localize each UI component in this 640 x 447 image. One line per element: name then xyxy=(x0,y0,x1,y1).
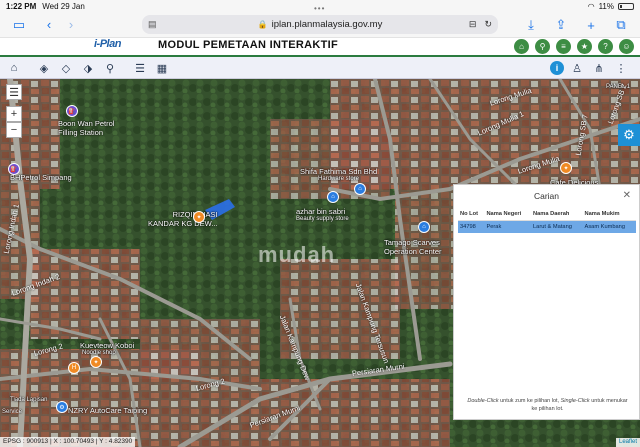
hint-text-1: untuk zum ke pilihan lot, xyxy=(498,398,561,404)
browser-toolbar: ▭ ‹ › ▤ 🔒 iplan.planmalaysia.gov.my ⊟ ↻ … xyxy=(0,12,640,38)
translate-icon[interactable]: ⊟ xyxy=(469,19,477,30)
new-tab-icon[interactable]: + xyxy=(580,15,602,35)
settings-gear-icon[interactable]: ⚙ xyxy=(618,124,640,146)
page-title: MODUL PEMETAAN INTERAKTIF xyxy=(158,39,339,51)
zoom-out-button[interactable]: − xyxy=(6,122,22,138)
fuel-pin-icon[interactable]: ⛽ xyxy=(8,163,20,175)
list-icon[interactable]: ☰ xyxy=(130,58,150,78)
poi-sub-shifa: Hardware store xyxy=(318,176,360,182)
coordinate-readout: EPSG : 900913 | X : 100.70493 | Y : 4.82… xyxy=(0,437,136,447)
poi-sub-kuevteow: Noodle shop xyxy=(82,350,116,356)
app-header: i-Plan MODUL PEMETAAN INTERAKTIF ⌂ ⚲ ≡ ★… xyxy=(0,38,640,57)
battery-percent: 11% xyxy=(598,1,614,11)
cell-mukim[interactable]: Asam Kumbang xyxy=(582,220,636,233)
shop-pin-icon[interactable]: ⌂ xyxy=(327,191,339,203)
reload-icon[interactable]: ↻ xyxy=(484,19,492,30)
poi-label-service: Service xyxy=(2,409,23,415)
poi-label-boon-wan: Boon Wan Petrol Filling Station xyxy=(58,119,115,137)
tab-overview-icon[interactable]: ▤ xyxy=(148,19,157,30)
person-icon[interactable]: ♙ xyxy=(568,58,586,78)
hint-double-click: Double-Click xyxy=(467,398,499,404)
watermark: mudah xyxy=(258,242,336,267)
panel-hint: Double-Click untuk zum ke pilihan lot, S… xyxy=(464,397,631,413)
layers-alt-icon[interactable]: ◇ xyxy=(56,58,76,78)
poi-sub-azhar: Beauty supply store xyxy=(296,216,349,222)
search-results-panel: Carian ✕ No Lot Nama Negeri Nama Daerah … xyxy=(453,184,640,420)
hint-single-click: Single-Click xyxy=(560,398,590,404)
wifi-icon: ◠ xyxy=(587,1,595,11)
zoom-in-button[interactable]: + xyxy=(6,106,22,122)
fuel-pin-icon[interactable]: ⛽ xyxy=(66,105,78,117)
table-row[interactable]: 34798 Perak Larut & Matang Asam Kumbang xyxy=(458,220,636,233)
hotel-pin-icon[interactable]: H xyxy=(68,362,80,374)
layers-add-icon[interactable]: ⬗ xyxy=(78,58,98,78)
leaflet-attribution[interactable]: Leaflet xyxy=(615,438,640,447)
car-service-pin-icon[interactable]: ⚙ xyxy=(56,401,68,413)
map-toolbar: ⌂ ◈ ◇ ⬗ ⚲ ☰ ▦ i ♙ ⋔ ⋮ xyxy=(0,57,640,79)
share-nodes-icon[interactable]: ⋔ xyxy=(590,58,608,78)
cell-no-lot[interactable]: 34798 xyxy=(458,220,485,233)
status-time: 1:22 PM xyxy=(6,1,37,11)
poi-label-tamago: Tamago Scarves Operation Center xyxy=(384,238,442,256)
url-text: iplan.planmalaysia.gov.my xyxy=(271,19,383,30)
iplan-logo: i-Plan xyxy=(94,38,121,50)
info-icon[interactable]: i xyxy=(550,61,564,75)
panel-title: Carian xyxy=(533,191,560,201)
share-icon[interactable]: ⇪ xyxy=(550,15,572,35)
search-icon[interactable]: ⚲ xyxy=(535,39,550,54)
shop-pin-icon[interactable]: ⌂ xyxy=(418,221,430,233)
battery-icon xyxy=(618,2,634,10)
results-table: No Lot Nama Negeri Nama Daerah Nama Muki… xyxy=(458,208,636,233)
tabs-icon[interactable]: ⧉ xyxy=(610,15,632,35)
bookmark-icon[interactable]: ★ xyxy=(577,39,592,54)
poi-label-azhar: azhar bin sabri xyxy=(296,207,346,216)
layer-menu-icon[interactable]: ☰ xyxy=(6,84,22,100)
poi-label-rizqin: RIZQIN NASI KANDAR KG DEW... xyxy=(148,210,218,228)
cell-daerah[interactable]: Larut & Matang xyxy=(531,220,583,233)
restaurant-pin-icon[interactable]: ✦ xyxy=(90,356,102,368)
status-date: Wed 29 Jan xyxy=(42,1,85,11)
column-header: Nama Negeri xyxy=(484,208,532,221)
more-icon[interactable]: ⋮ xyxy=(612,58,630,78)
url-bar[interactable]: ▤ 🔒 iplan.planmalaysia.gov.my ⊟ ↻ xyxy=(142,15,498,34)
forward-icon[interactable]: › xyxy=(60,15,82,35)
poi-label-kuevteow: Kuevteow Koboi xyxy=(80,341,135,350)
back-icon[interactable]: ‹ xyxy=(38,15,60,35)
poi-label-bhpetrol: BHPetrol Simpang xyxy=(10,173,72,182)
zoom-search-icon[interactable]: ⚲ xyxy=(100,58,120,78)
shop-pin-icon[interactable]: ⌂ xyxy=(354,183,366,195)
lock-icon: 🔒 xyxy=(257,20,268,29)
layers-stack-icon[interactable]: ◈ xyxy=(34,58,54,78)
home-map-icon[interactable]: ⌂ xyxy=(4,58,24,78)
cell-negeri[interactable]: Perak xyxy=(484,220,532,233)
column-header: No Lot xyxy=(458,208,485,221)
column-header: Nama Mukim xyxy=(582,208,636,221)
layer-status-label: Tiada Lapisan xyxy=(10,397,48,403)
close-icon[interactable]: ✕ xyxy=(623,190,631,201)
restaurant-pin-icon[interactable]: ✦ xyxy=(193,211,205,223)
help-icon[interactable]: ? xyxy=(598,39,613,54)
layers-icon[interactable]: ≡ xyxy=(556,39,571,54)
user-icon[interactable]: ☺ xyxy=(619,39,634,54)
column-header: Nama Daerah xyxy=(531,208,583,221)
sidebar-icon[interactable]: ▭ xyxy=(8,15,30,35)
poi-label-shifa: Shifa Fathima Sdn Bhd xyxy=(300,167,378,176)
poi-label-nzry: NZRY AutoCare Taiping xyxy=(68,406,148,415)
home-icon[interactable]: ⌂ xyxy=(514,39,529,54)
grid-icon[interactable]: ▦ xyxy=(152,58,172,78)
download-icon[interactable]: ⤓ xyxy=(520,15,542,35)
cafe-pin-icon[interactable]: ✦ xyxy=(560,162,572,174)
